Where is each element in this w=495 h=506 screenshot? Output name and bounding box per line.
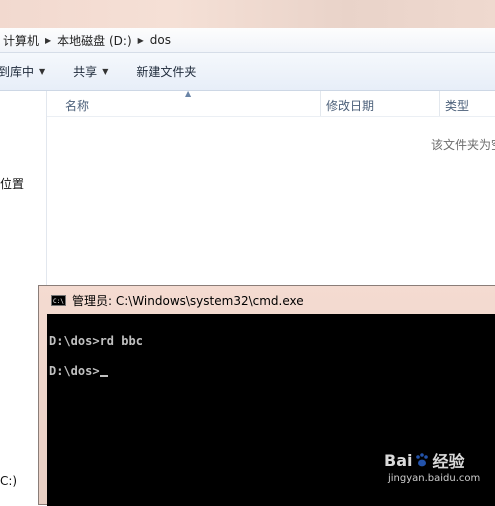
explorer-title-strip bbox=[0, 0, 495, 28]
include-in-library-button[interactable]: 到库中 ▼ bbox=[0, 63, 45, 80]
breadcrumb-computer[interactable]: 计算机 bbox=[3, 32, 39, 49]
console-prompt: D:\dos> bbox=[49, 364, 100, 378]
watermark-brand: Bai bbox=[384, 450, 413, 470]
column-divider[interactable] bbox=[439, 91, 440, 116]
console-line: D:\dos>rd bbc bbox=[49, 334, 143, 348]
share-label: 共享 bbox=[73, 65, 98, 79]
breadcrumb: 计算机 ▶ 本地磁盘 (D:) ▶ dos bbox=[0, 32, 171, 49]
caret-down-icon: ▼ bbox=[102, 67, 109, 76]
nav-item-drive-c[interactable]: C:) bbox=[0, 474, 17, 488]
empty-folder-message: 该文件夹为空 bbox=[431, 138, 495, 152]
baidu-watermark: Bai 经验 bbox=[384, 448, 465, 472]
column-name[interactable]: 名称 bbox=[65, 97, 89, 114]
text-cursor bbox=[99, 375, 108, 377]
breadcrumb-dos[interactable]: dos bbox=[150, 33, 171, 47]
breadcrumb-drive-d[interactable]: 本地磁盘 (D:) bbox=[57, 32, 131, 49]
cmd-title-text: 管理员: C:\Windows\system32\cmd.exe bbox=[72, 294, 304, 308]
column-date-modified[interactable]: 修改日期 bbox=[326, 97, 374, 114]
nav-item-location[interactable]: 位置 bbox=[0, 175, 24, 192]
sort-up-icon: ▲ bbox=[185, 89, 192, 98]
watermark-brand-suffix: 经验 bbox=[432, 452, 465, 471]
command-bar: 到库中 ▼ 共享 ▼ 新建文件夹 bbox=[0, 53, 495, 91]
include-in-library-label: 到库中 bbox=[0, 65, 35, 79]
column-type[interactable]: 类型 bbox=[445, 97, 469, 114]
column-header: ▲ 名称 修改日期 类型 bbox=[47, 89, 495, 117]
share-button[interactable]: 共享 ▼ bbox=[73, 63, 108, 80]
console-prompt-line: D:\dos> bbox=[49, 364, 108, 378]
cmd-window[interactable]: C:\ 管理员: C:\Windows\system32\cmd.exe D:\… bbox=[38, 285, 495, 506]
caret-down-icon: ▼ bbox=[39, 67, 46, 76]
chevron-right-icon[interactable]: ▶ bbox=[45, 36, 51, 45]
chevron-right-icon[interactable]: ▶ bbox=[138, 36, 144, 45]
watermark-url: jingyan.baidu.com bbox=[388, 473, 481, 484]
cmd-icon[interactable]: C:\ bbox=[51, 295, 66, 306]
address-bar[interactable]: 计算机 ▶ 本地磁盘 (D:) ▶ dos bbox=[0, 28, 495, 53]
paw-icon bbox=[416, 453, 429, 467]
cmd-title-bar[interactable]: C:\ 管理员: C:\Windows\system32\cmd.exe bbox=[51, 292, 304, 309]
new-folder-label: 新建文件夹 bbox=[136, 65, 197, 79]
column-divider[interactable] bbox=[320, 91, 321, 116]
new-folder-button[interactable]: 新建文件夹 bbox=[136, 63, 196, 80]
